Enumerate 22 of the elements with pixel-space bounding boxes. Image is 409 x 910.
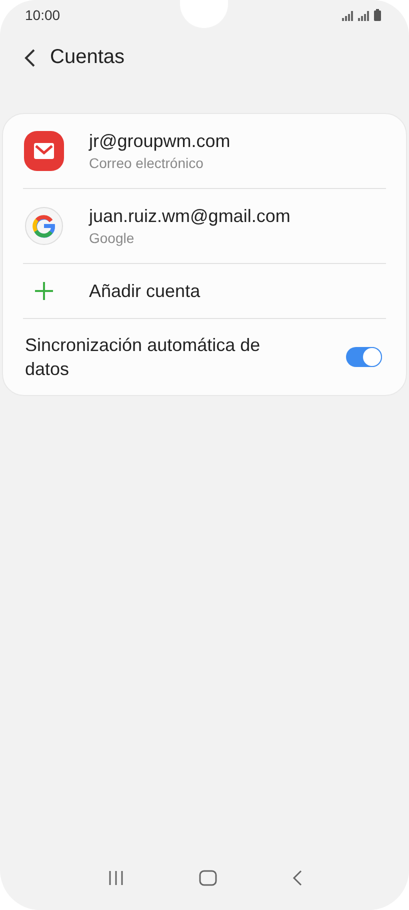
envelope-icon — [24, 131, 64, 171]
signal-icon — [358, 11, 370, 21]
account-name: juan.ruiz.wm@gmail.com — [89, 206, 290, 227]
recent-apps-icon[interactable] — [108, 871, 124, 885]
page-title: Cuentas — [50, 46, 124, 69]
google-g-icon — [25, 207, 63, 245]
add-account-item[interactable]: Añadir cuenta — [23, 264, 386, 319]
back-icon[interactable] — [292, 870, 302, 886]
account-type: Google — [89, 230, 136, 246]
account-name: jr@groupwm.com — [89, 131, 230, 152]
sync-toggle[interactable] — [346, 347, 382, 367]
account-type: Correo electrónico — [89, 155, 204, 171]
account-item[interactable]: juan.ruiz.wm@gmail.com Google — [23, 189, 386, 264]
add-account-label: Añadir cuenta — [89, 280, 200, 302]
back-icon[interactable] — [24, 48, 36, 66]
sync-label: Sincronización automática de datos — [25, 334, 262, 381]
battery-icon — [374, 9, 381, 21]
signal-icon — [342, 11, 354, 21]
home-icon[interactable] — [198, 870, 216, 886]
status-time: 10:00 — [25, 7, 60, 23]
plus-icon — [35, 282, 53, 300]
account-item[interactable]: jr@groupwm.com Correo electrónico — [23, 114, 386, 189]
